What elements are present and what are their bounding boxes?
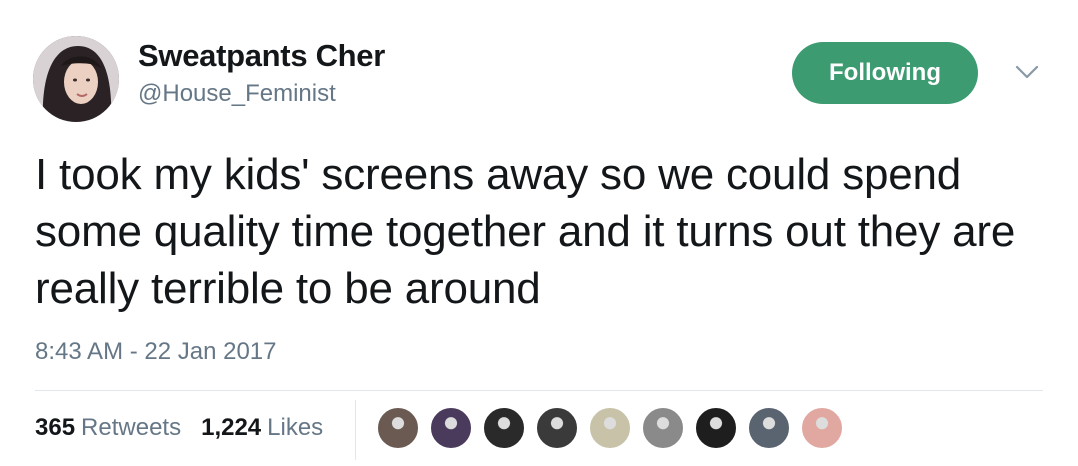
author-avatar[interactable] — [33, 36, 119, 122]
liker-avatar[interactable] — [588, 406, 632, 450]
liker-avatar[interactable] — [694, 406, 738, 450]
retweets-label: Retweets — [81, 414, 182, 441]
tweet-timestamp[interactable]: 8:43 AM - 22 Jan 2017 — [35, 338, 277, 366]
liker-avatar[interactable] — [376, 406, 420, 450]
author-display-name[interactable]: Sweatpants Cher — [138, 38, 385, 74]
likes-stat[interactable]: 1,224 Likes — [201, 414, 323, 442]
tweet-text: I took my kids' screens away so we could… — [35, 150, 1016, 313]
liker-avatar[interactable] — [429, 406, 473, 450]
chevron-down-icon[interactable] — [1014, 63, 1040, 81]
liker-avatars — [376, 406, 853, 450]
liker-avatar[interactable] — [641, 406, 685, 450]
profile-photo-icon — [33, 36, 119, 122]
retweets-stat[interactable]: 365 Retweets — [35, 414, 181, 442]
author-handle[interactable]: @House_Feminist — [138, 80, 336, 108]
stats-divider — [355, 400, 356, 460]
likes-count: 1,224 — [201, 414, 262, 441]
divider — [35, 390, 1043, 391]
tweet-stats: 365 Retweets 1,224 Likes — [35, 414, 323, 442]
liker-avatar[interactable] — [800, 406, 844, 450]
liker-avatar[interactable] — [482, 406, 526, 450]
retweets-count: 365 — [35, 414, 76, 441]
following-button[interactable]: Following — [792, 42, 978, 104]
liker-avatar[interactable] — [535, 406, 579, 450]
liker-avatar[interactable] — [747, 406, 791, 450]
likes-label: Likes — [267, 414, 324, 441]
